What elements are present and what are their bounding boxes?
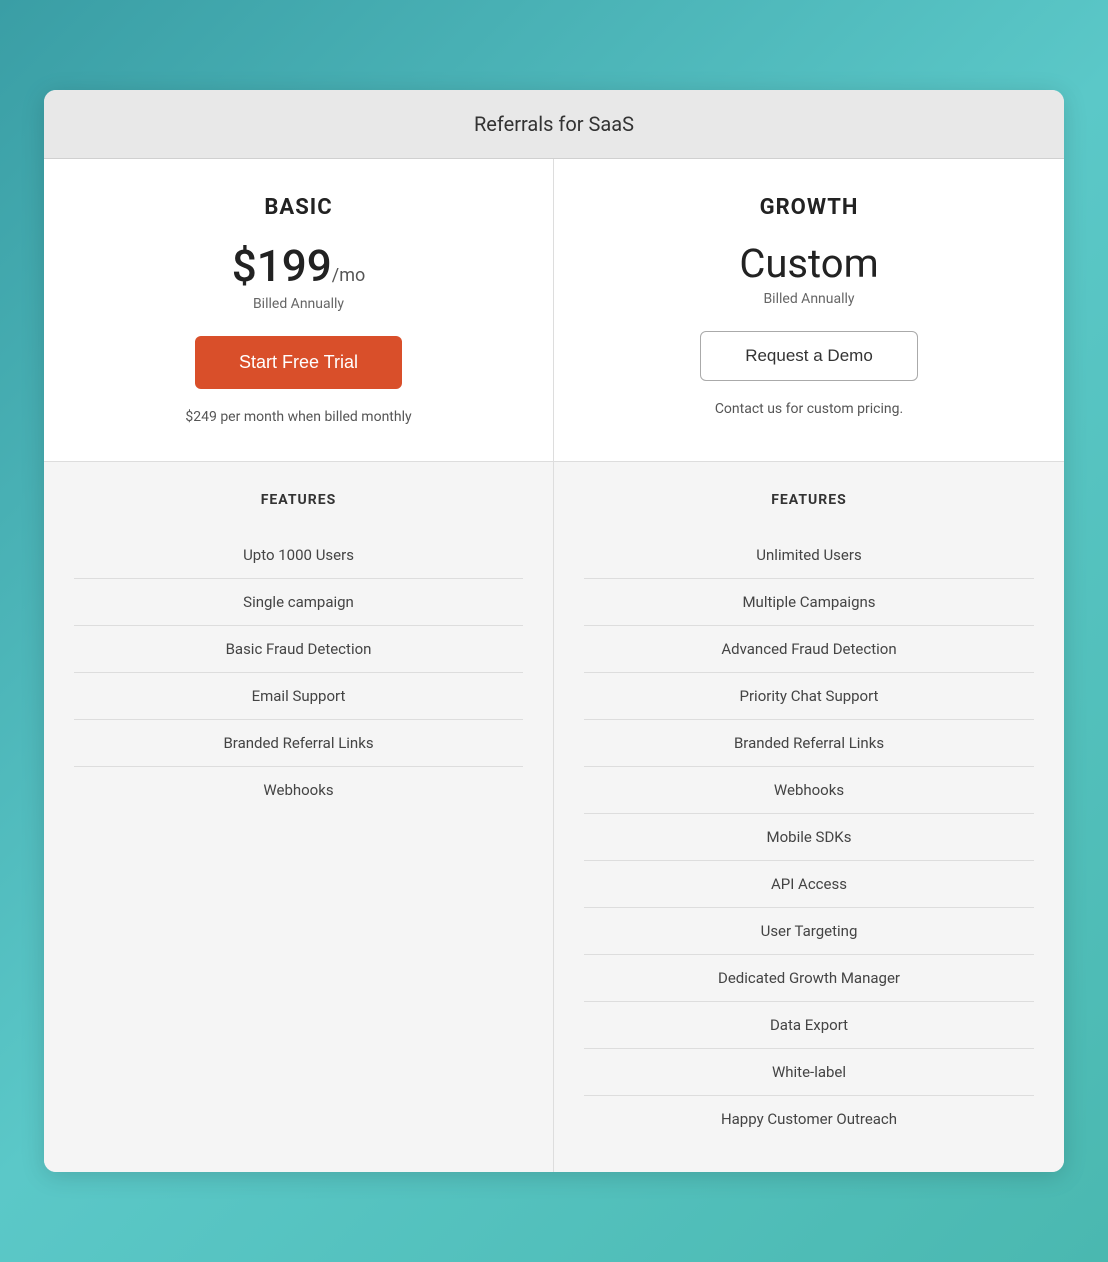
list-item: Multiple Campaigns	[584, 579, 1034, 626]
card-header: Referrals for SaaS	[44, 90, 1064, 159]
list-item: Unlimited Users	[584, 532, 1034, 579]
pricing-top-row: BASIC $199/mo Billed Annually Start Free…	[44, 159, 1064, 462]
basic-price-amount: $199	[232, 240, 332, 292]
list-item: Advanced Fraud Detection	[584, 626, 1034, 673]
growth-features-heading: FEATURES	[584, 492, 1034, 508]
basic-billing: Billed Annually	[74, 296, 523, 312]
basic-plan-name: BASIC	[74, 195, 523, 220]
list-item: Branded Referral Links	[584, 720, 1034, 767]
basic-features-list: Upto 1000 UsersSingle campaignBasic Frau…	[74, 532, 523, 813]
card-title: Referrals for SaaS	[474, 112, 634, 136]
basic-features-col: FEATURES Upto 1000 UsersSingle campaignB…	[44, 462, 554, 1172]
list-item: Happy Customer Outreach	[584, 1096, 1034, 1142]
list-item: Data Export	[584, 1002, 1034, 1049]
list-item: Single campaign	[74, 579, 523, 626]
growth-features-list: Unlimited UsersMultiple CampaignsAdvance…	[584, 532, 1034, 1142]
list-item: Branded Referral Links	[74, 720, 523, 767]
growth-plan-price: Custom	[584, 240, 1034, 287]
list-item: Basic Fraud Detection	[74, 626, 523, 673]
growth-plan-name: GROWTH	[584, 195, 1034, 220]
basic-features-heading: FEATURES	[74, 492, 523, 508]
list-item: User Targeting	[584, 908, 1034, 955]
growth-billing: Billed Annually	[584, 291, 1034, 307]
basic-plan-header: BASIC $199/mo Billed Annually Start Free…	[44, 159, 554, 461]
list-item: Webhooks	[74, 767, 523, 813]
list-item: Upto 1000 Users	[74, 532, 523, 579]
growth-note: Contact us for custom pricing.	[584, 401, 1034, 417]
growth-plan-header: GROWTH Custom Billed Annually Request a …	[554, 159, 1064, 461]
basic-plan-price: $199/mo	[74, 240, 523, 292]
list-item: Email Support	[74, 673, 523, 720]
list-item: API Access	[584, 861, 1034, 908]
list-item: Dedicated Growth Manager	[584, 955, 1034, 1002]
pricing-card: Referrals for SaaS BASIC $199/mo Billed …	[44, 90, 1064, 1172]
list-item: White-label	[584, 1049, 1034, 1096]
basic-price-period: /mo	[332, 265, 365, 286]
basic-note: $249 per month when billed monthly	[74, 409, 523, 425]
start-free-trial-button[interactable]: Start Free Trial	[195, 336, 402, 389]
list-item: Mobile SDKs	[584, 814, 1034, 861]
list-item: Priority Chat Support	[584, 673, 1034, 720]
growth-features-col: FEATURES Unlimited UsersMultiple Campaig…	[554, 462, 1064, 1172]
request-demo-button[interactable]: Request a Demo	[700, 331, 918, 381]
features-section: FEATURES Upto 1000 UsersSingle campaignB…	[44, 462, 1064, 1172]
list-item: Webhooks	[584, 767, 1034, 814]
